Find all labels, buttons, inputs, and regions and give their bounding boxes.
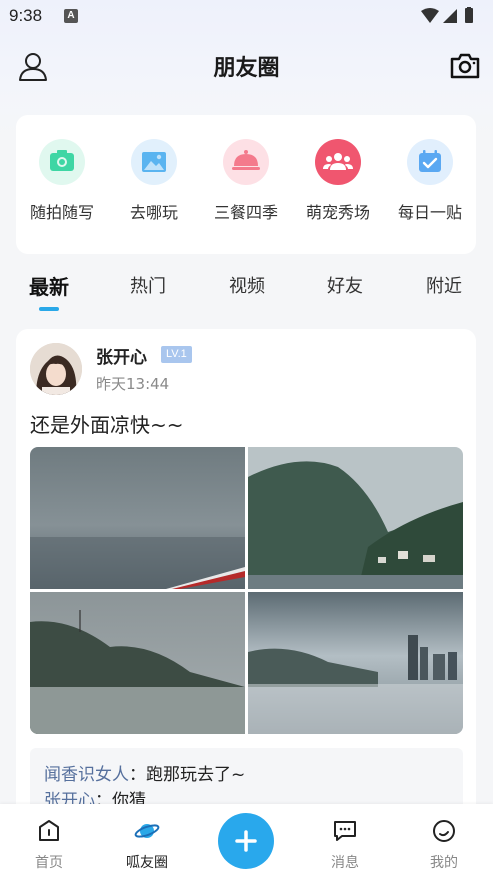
- level-badge: LV.1: [161, 346, 192, 363]
- notification-icon: A: [64, 9, 78, 23]
- nav-home[interactable]: 首页: [14, 818, 84, 872]
- comment-user[interactable]: 闻香识女人: [44, 765, 129, 785]
- quick-item-meals[interactable]: 三餐四季: [200, 139, 292, 223]
- picture-icon: [131, 139, 177, 185]
- battery-icon: [465, 8, 473, 23]
- page-title: 朋友圈: [213, 56, 280, 81]
- post-text: 还是外面凉快~~: [30, 413, 184, 437]
- quick-item-random-post[interactable]: 随拍随写: [16, 139, 108, 223]
- planet-icon: [134, 824, 160, 838]
- quick-item-where-to-go[interactable]: 去哪玩: [108, 139, 200, 223]
- camera-icon[interactable]: [449, 50, 481, 82]
- status-icons: [421, 7, 473, 23]
- tab-nearby[interactable]: 附近: [426, 272, 462, 298]
- camera-icon: [39, 139, 85, 185]
- comment-item[interactable]: 闻香识女人：跑那玩去了~: [44, 762, 449, 788]
- nav-friends-circle[interactable]: 呱友圈: [112, 818, 182, 872]
- comment-text: 跑那玩去了~: [146, 765, 246, 785]
- tab-friends[interactable]: 好友: [327, 272, 363, 298]
- nav-profile[interactable]: 我的: [409, 818, 479, 872]
- nav-label: 消息: [331, 855, 359, 871]
- message-icon: [334, 821, 356, 841]
- post-author[interactable]: 张开心: [96, 343, 147, 368]
- quick-menu-card: 随拍随写 去哪玩 三餐四季 萌宠秀场 每日一贴: [16, 115, 476, 254]
- quick-item-label: 去哪玩: [129, 203, 178, 222]
- photo-item[interactable]: [30, 592, 245, 734]
- comment-separator: ：: [129, 765, 146, 785]
- avatar[interactable]: [30, 343, 82, 395]
- home-icon: [39, 820, 59, 841]
- tab-video[interactable]: 视频: [229, 272, 265, 298]
- app-header: 朋友圈: [0, 40, 493, 92]
- post-time: 昨天13:44: [96, 375, 170, 393]
- post-card[interactable]: 张开心 LV.1 昨天13:44 还是外面凉快~~ 闻香识女人：跑那玩去了~ 张…: [16, 329, 476, 849]
- plus-icon: [235, 830, 257, 852]
- quick-item-daily-post[interactable]: 每日一贴: [384, 139, 476, 223]
- profile-icon: [433, 820, 455, 842]
- quick-item-pets[interactable]: 萌宠秀场: [292, 139, 384, 223]
- tab-hot[interactable]: 热门: [130, 272, 166, 298]
- quick-item-label: 随拍随写: [29, 203, 94, 222]
- quick-item-label: 萌宠秀场: [305, 203, 370, 222]
- food-cloche-icon: [223, 139, 269, 185]
- bottom-nav: 首页 呱友圈 消息 我的: [0, 804, 493, 876]
- nav-label: 首页: [35, 855, 63, 871]
- tab-latest[interactable]: 最新: [29, 271, 69, 300]
- nav-messages[interactable]: 消息: [310, 818, 380, 872]
- status-time: 9:38: [9, 6, 43, 25]
- photo-grid: [30, 447, 463, 734]
- calendar-check-icon: [407, 139, 453, 185]
- group-icon: [315, 139, 361, 185]
- quick-item-label: 三餐四季: [213, 203, 278, 222]
- signal-icon: [443, 9, 457, 23]
- tab-active-indicator: [39, 307, 59, 311]
- quick-item-label: 每日一贴: [397, 203, 462, 222]
- publish-button[interactable]: [218, 813, 274, 869]
- photo-item[interactable]: [248, 592, 463, 734]
- nav-label: 我的: [430, 855, 458, 871]
- feed-tabs: 最新 热门 视频 好友 附近: [0, 262, 493, 312]
- photo-item[interactable]: [30, 447, 245, 589]
- nav-label: 呱友圈: [126, 855, 168, 871]
- status-bar: 9:38 A: [0, 0, 493, 34]
- wifi-icon: [421, 8, 439, 23]
- photo-item[interactable]: [248, 447, 463, 589]
